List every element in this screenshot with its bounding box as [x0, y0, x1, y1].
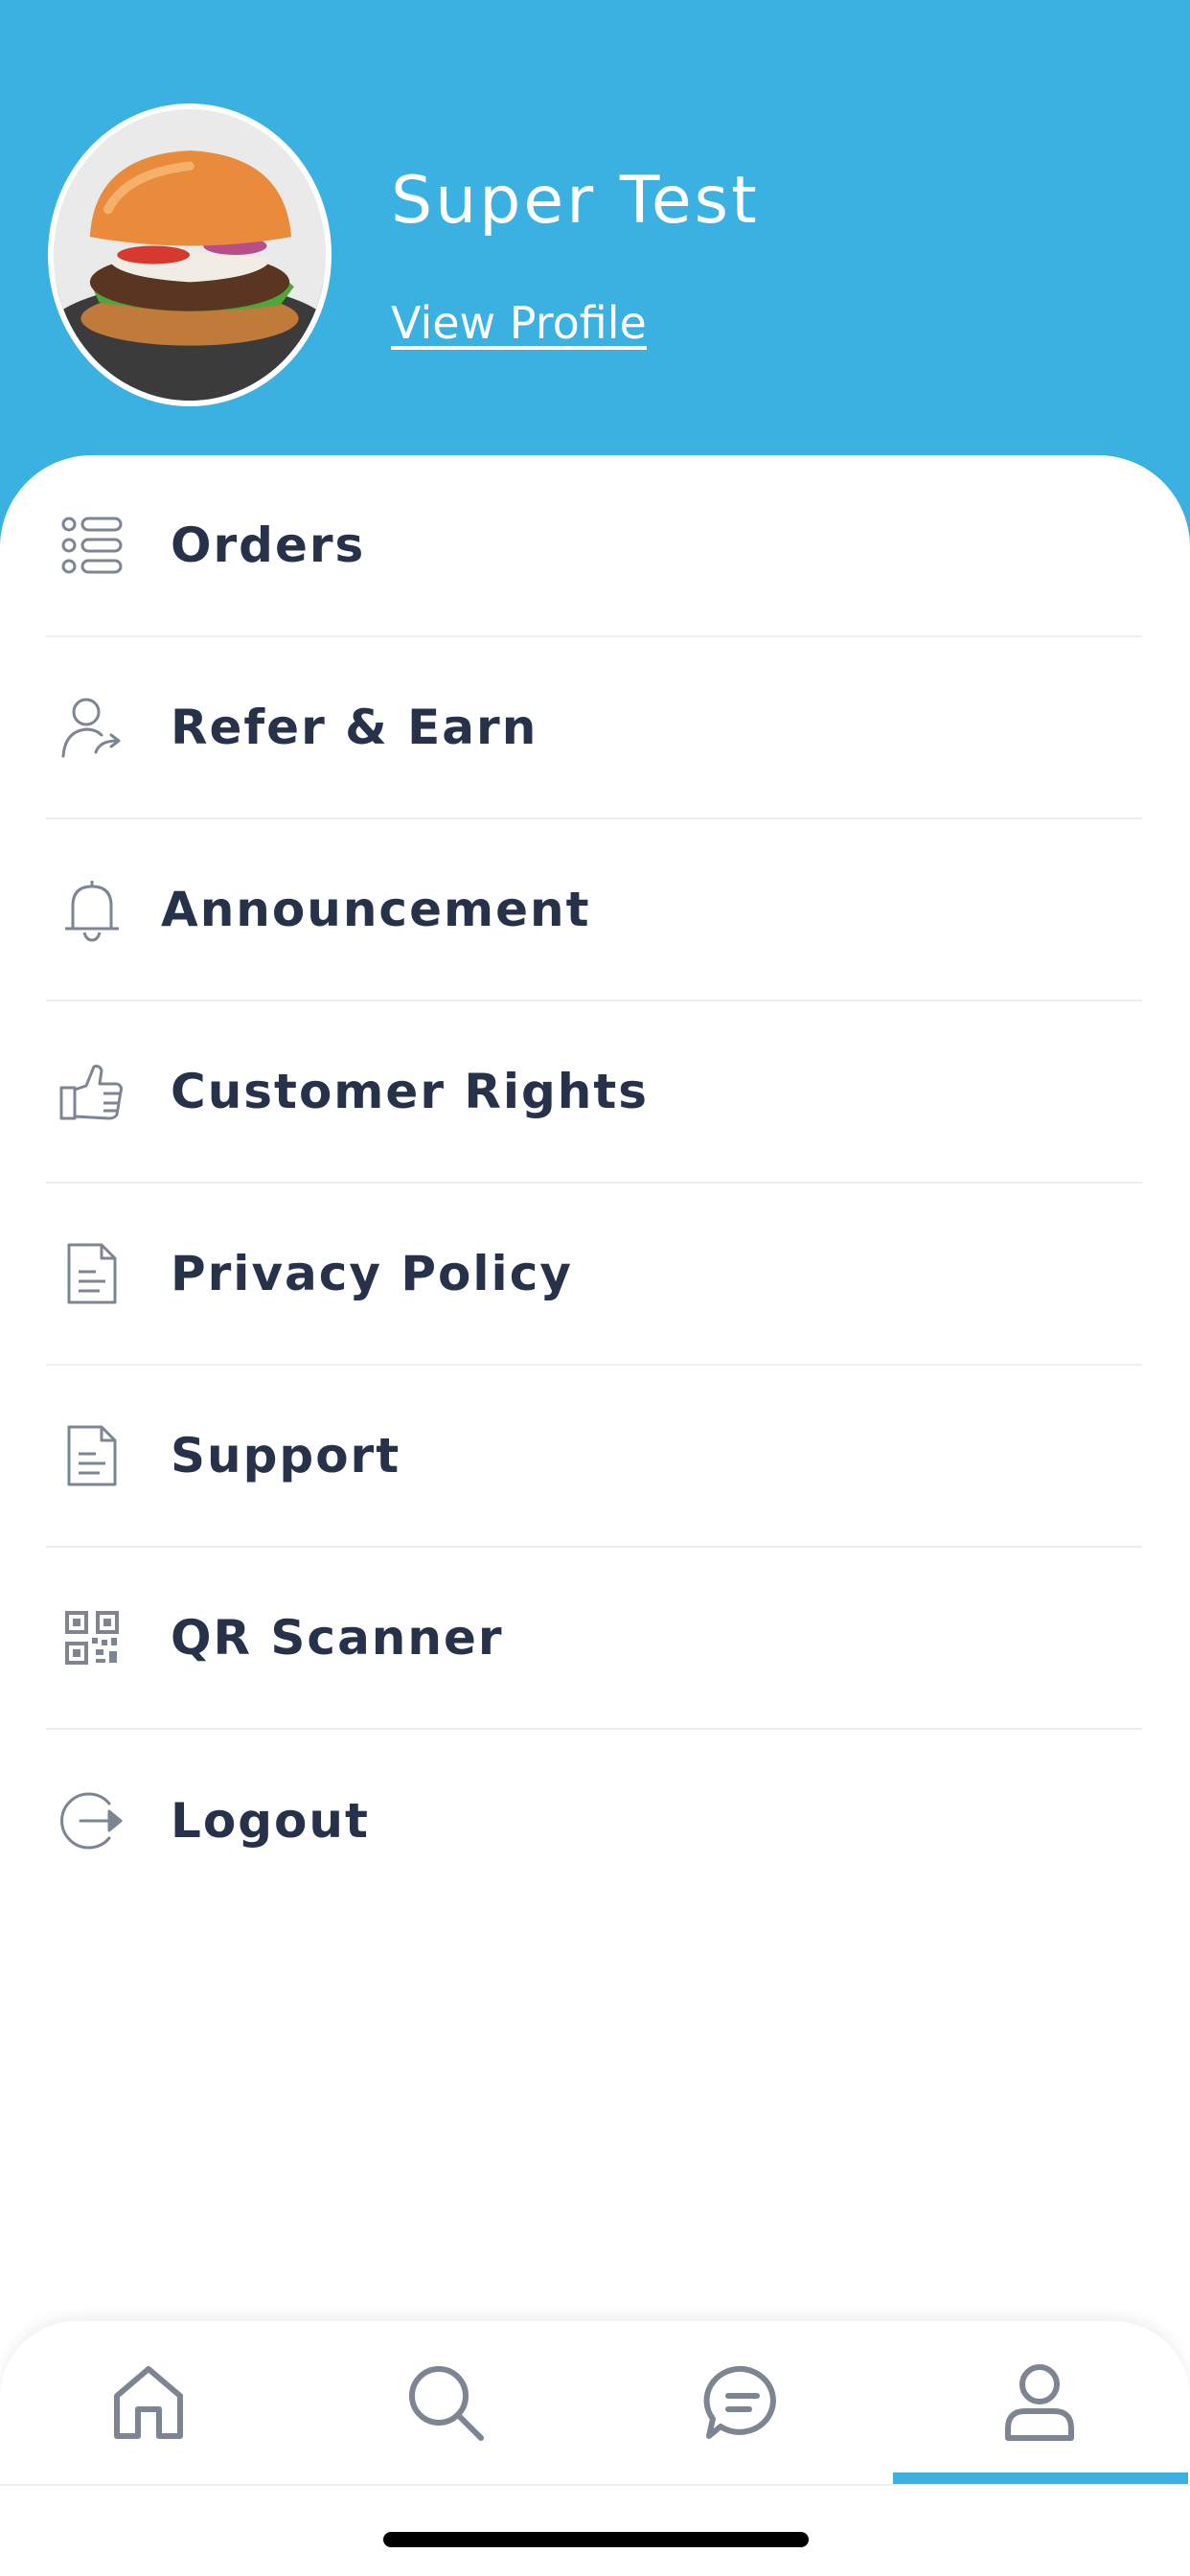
user-name: Super Test: [391, 163, 760, 239]
nav-profile[interactable]: [891, 2321, 1188, 2484]
profile-screen: Super Test View Profile Orders Refer & E…: [0, 0, 1190, 2576]
bottom-nav: [0, 2321, 1190, 2484]
home-icon: [114, 2366, 183, 2439]
profile-icon: [1005, 2364, 1074, 2441]
nav-chat[interactable]: [594, 2321, 891, 2484]
nav-search[interactable]: [297, 2321, 594, 2484]
menu-item-qr-scanner[interactable]: QR Scanner: [46, 1548, 1142, 1730]
nav-home[interactable]: [0, 2321, 297, 2484]
menu-item-label: Announcement: [161, 882, 591, 937]
home-indicator[interactable]: [383, 2532, 809, 2547]
menu-list: Orders Refer & Earn Announcement Custome…: [46, 455, 1142, 1912]
menu-item-label: Logout: [171, 1793, 370, 1849]
menu-item-privacy-policy[interactable]: Privacy Policy: [46, 1184, 1142, 1366]
menu-item-label: Refer & Earn: [171, 700, 538, 755]
menu-item-customer-rights[interactable]: Customer Rights: [46, 1001, 1142, 1184]
refer-user-icon: [57, 693, 126, 762]
menu-item-logout[interactable]: Logout: [46, 1730, 1142, 1912]
menu-item-announcement[interactable]: Announcement: [46, 819, 1142, 1001]
avatar[interactable]: [48, 104, 332, 406]
document-icon: [57, 1421, 126, 1490]
orders-list-icon: [57, 511, 126, 580]
chat-icon: [703, 2365, 776, 2439]
home-indicator-area: [0, 2484, 1190, 2576]
search-icon: [409, 2366, 484, 2441]
menu-item-refer-earn[interactable]: Refer & Earn: [46, 637, 1142, 819]
menu-item-support[interactable]: Support: [46, 1366, 1142, 1548]
bell-icon: [57, 875, 126, 944]
qr-code-icon: [57, 1603, 126, 1672]
menu-panel: Orders Refer & Earn Announcement Custome…: [0, 455, 1190, 2576]
menu-item-label: QR Scanner: [171, 1610, 504, 1666]
active-tab-indicator: [893, 2472, 1188, 2484]
document-icon: [57, 1239, 126, 1308]
menu-item-label: Support: [171, 1428, 401, 1484]
logout-icon: [57, 1786, 126, 1855]
thumbs-up-icon: [57, 1057, 126, 1126]
view-profile-link[interactable]: View Profile: [391, 297, 647, 349]
menu-item-label: Privacy Policy: [171, 1246, 573, 1301]
menu-item-label: Orders: [171, 518, 366, 573]
menu-item-label: Customer Rights: [171, 1064, 650, 1119]
menu-item-orders[interactable]: Orders: [46, 455, 1142, 637]
